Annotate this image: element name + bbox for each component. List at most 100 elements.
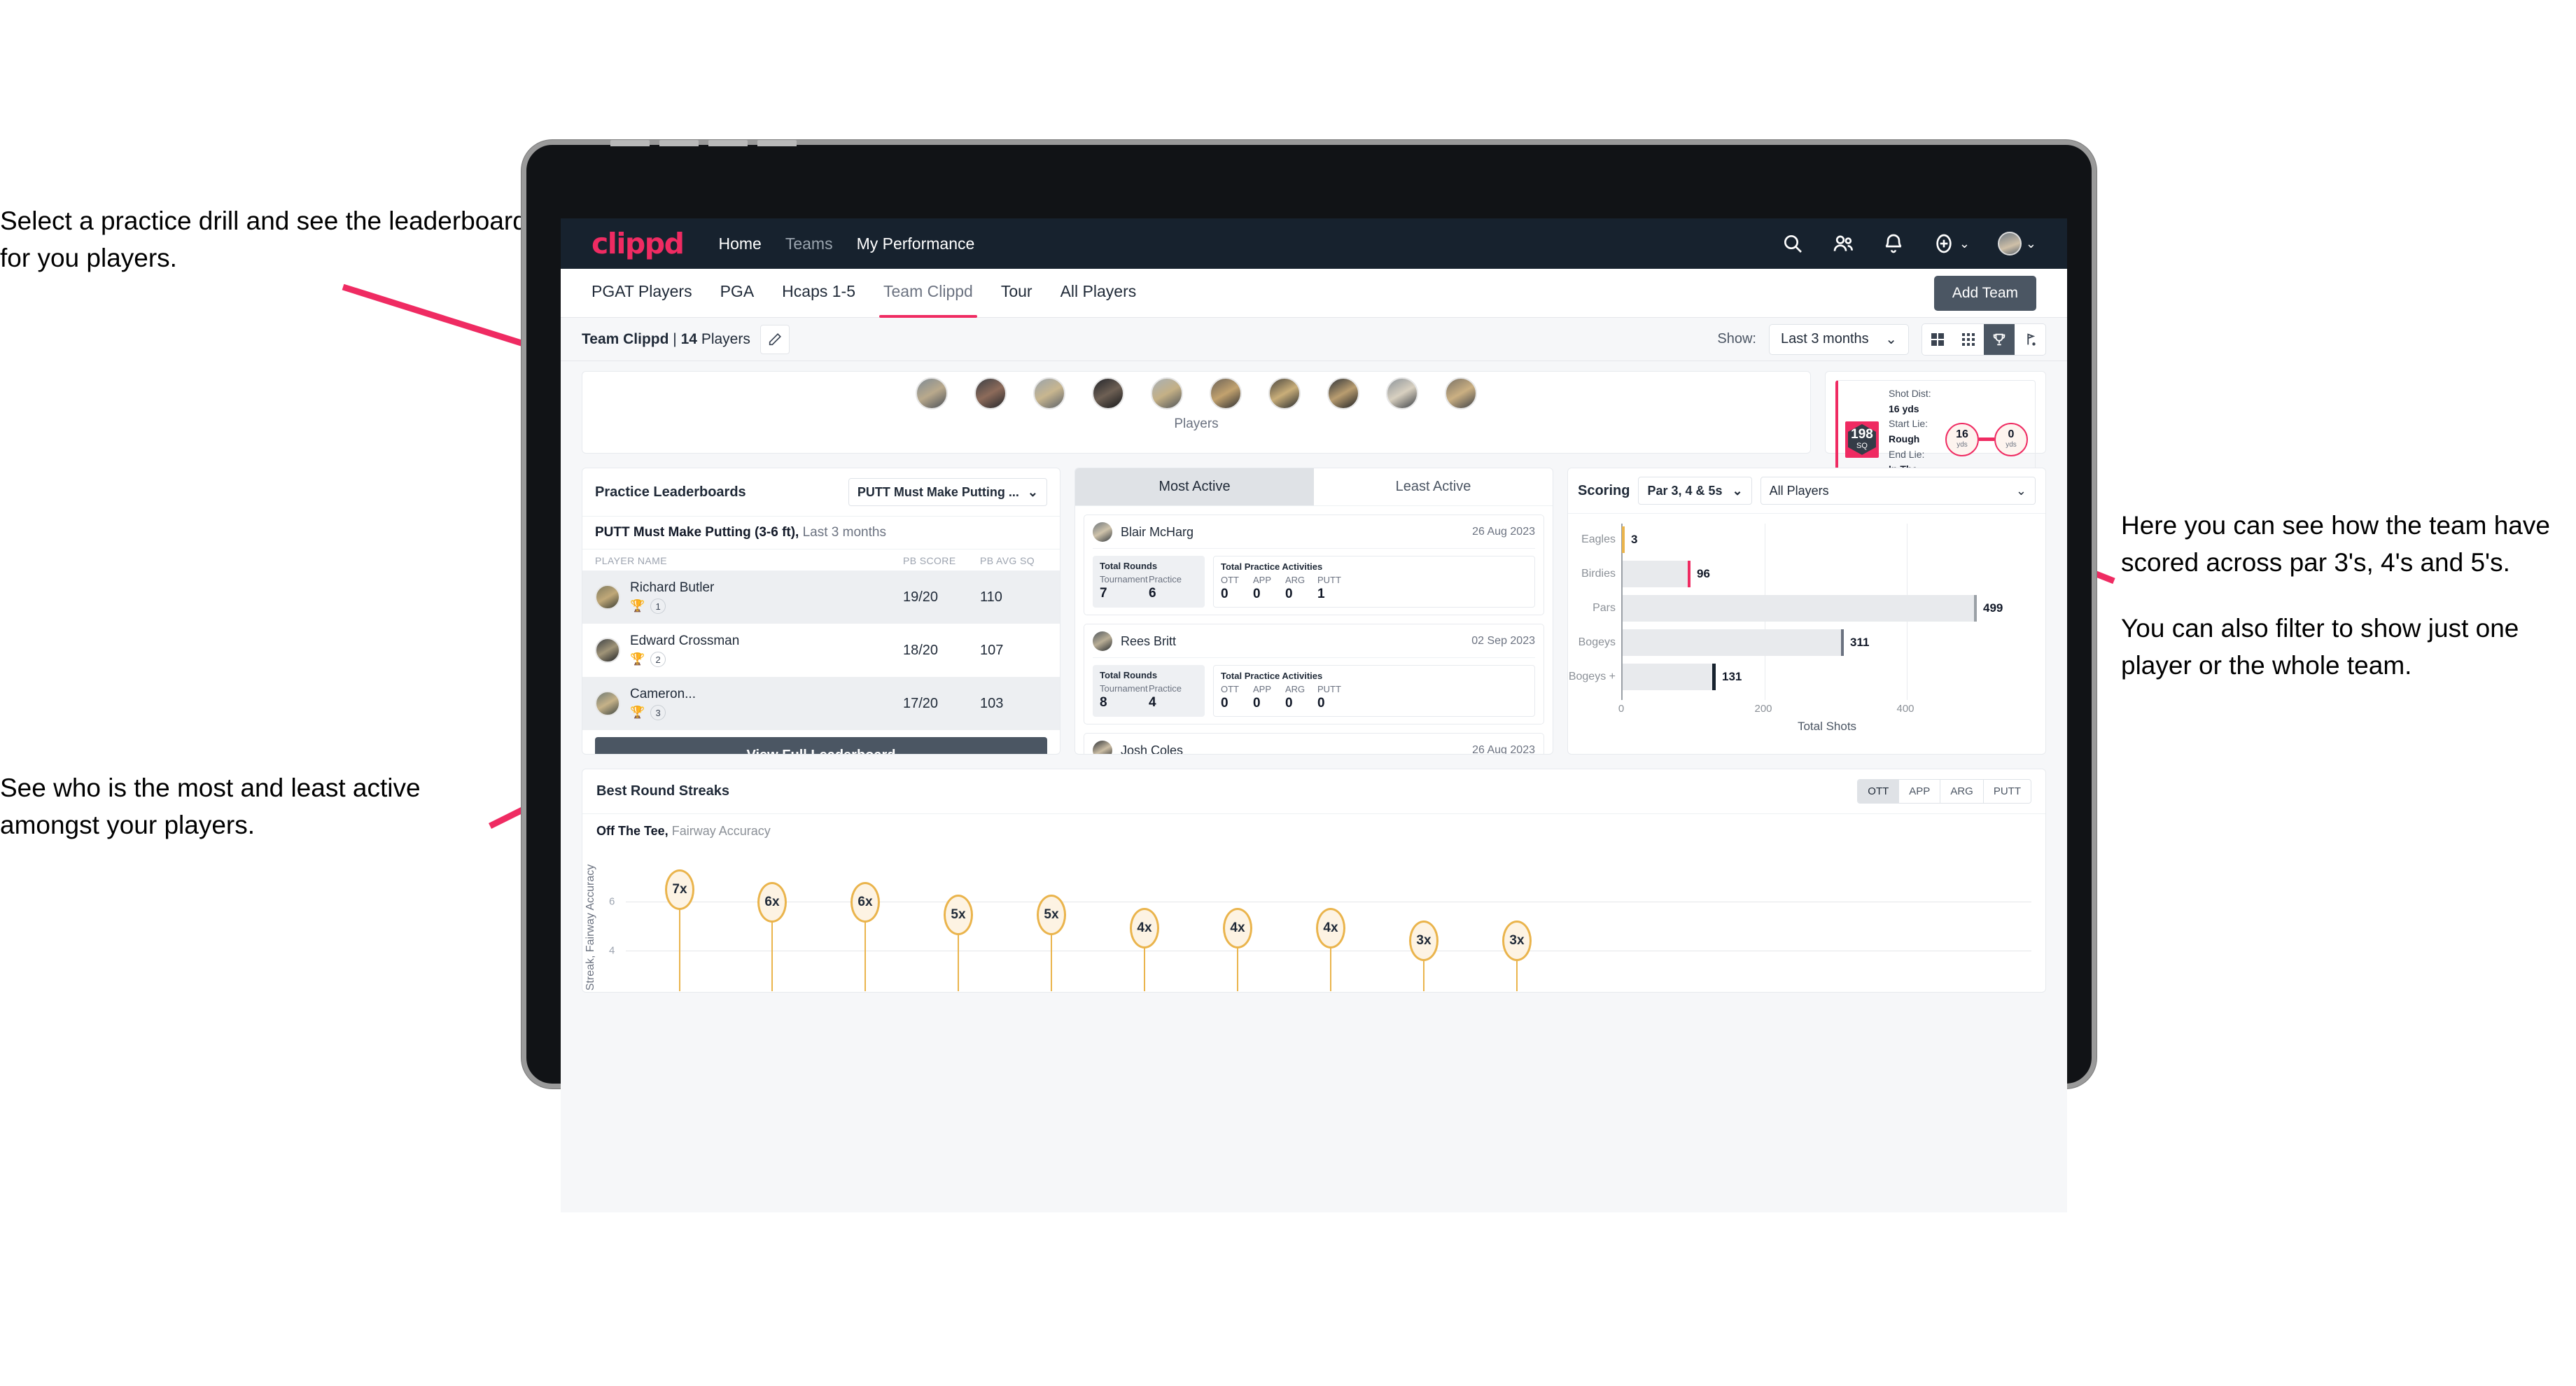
trophy-icon[interactable] bbox=[1984, 323, 2015, 355]
toggle-putt[interactable]: PUTT bbox=[1984, 780, 2031, 803]
view-full-leaderboard-button[interactable]: View Full Leaderboard bbox=[595, 737, 1047, 754]
xtick-0: 0 bbox=[1618, 703, 1625, 715]
par-filter-select[interactable]: Par 3, 4 & 5s ⌄ bbox=[1638, 477, 1752, 505]
avatar[interactable] bbox=[1997, 232, 2022, 255]
tab-most-active[interactable]: Most Active bbox=[1075, 468, 1314, 505]
filter-bar-right: Show: Last 3 months ⌄ bbox=[1717, 323, 2046, 356]
list-item[interactable]: Blair McHarg 26 Aug 2023 Total Rounds To… bbox=[1084, 514, 1544, 615]
leaderboard-pb-score: 17/20 bbox=[903, 695, 939, 711]
grid-large-icon[interactable] bbox=[1922, 324, 1953, 355]
player-avatar[interactable] bbox=[1445, 377, 1477, 410]
list-item[interactable]: Josh Coles 26 Aug 2023 Total Rounds Tour… bbox=[1084, 733, 1544, 755]
activity-date: 02 Sep 2023 bbox=[1471, 635, 1535, 647]
value-putt: 0 bbox=[1317, 696, 1325, 710]
list-item[interactable]: Rees Britt 02 Sep 2023 Total Rounds Tour… bbox=[1084, 624, 1544, 724]
streak-lollipop[interactable]: 5x bbox=[1037, 895, 1066, 991]
nav-link-my-performance[interactable]: My Performance bbox=[857, 234, 975, 253]
player-avatar[interactable] bbox=[1327, 377, 1359, 410]
streak-lollipop[interactable]: 3x bbox=[1502, 920, 1532, 991]
streaks-chart: Streak, Fairway Accuracy 6 4 7x 6x 6x 5x… bbox=[584, 851, 2031, 991]
plus-circle-icon[interactable] bbox=[1933, 232, 1955, 255]
streak-lollipop[interactable]: 4x bbox=[1316, 908, 1345, 991]
toggle-arg[interactable]: ARG bbox=[1940, 780, 1984, 803]
streak-lollipop[interactable]: 6x bbox=[757, 882, 787, 991]
period-select[interactable]: Last 3 months ⌄ bbox=[1769, 323, 1909, 355]
player-avatar[interactable] bbox=[974, 377, 1007, 410]
bar-bogeys bbox=[1623, 629, 1844, 656]
annotation-top-left-text: Select a practice drill and see the lead… bbox=[0, 206, 527, 272]
drill-select[interactable]: PUTT Must Make Putting ... ⌄ bbox=[848, 478, 1047, 506]
total-rounds-box: Total Rounds Tournament Practice 8 4 bbox=[1093, 665, 1205, 717]
nav-link-teams[interactable]: Teams bbox=[785, 234, 833, 253]
edit-pencil-icon[interactable] bbox=[760, 324, 790, 354]
player-avatar[interactable] bbox=[1268, 377, 1301, 410]
annotation-right: Here you can see how the team have score… bbox=[2121, 507, 2569, 684]
value-arg: 0 bbox=[1285, 696, 1293, 710]
show-label: Show: bbox=[1717, 331, 1756, 346]
key-arg: ARG bbox=[1285, 684, 1306, 694]
streak-lollipop[interactable]: 3x bbox=[1409, 920, 1438, 991]
scoring-plot-area: Eagles 3 Birdies 96 Pars 499 Bogeys 311 … bbox=[1568, 524, 2033, 700]
player-avatar[interactable] bbox=[1210, 377, 1242, 410]
search-icon[interactable] bbox=[1782, 232, 1804, 255]
bar-cap bbox=[1841, 629, 1844, 656]
activity-tabs: Most Active Least Active bbox=[1075, 468, 1553, 506]
scoring-bar-chart: Eagles 3 Birdies 96 Pars 499 Bogeys 311 … bbox=[1568, 514, 2045, 736]
rank-badge: 2 bbox=[650, 652, 666, 667]
start-lie-line: Start Lie: Rough bbox=[1889, 416, 1935, 447]
scoring-x-axis-title: Total Shots bbox=[1797, 720, 1857, 733]
table-row[interactable]: Edward Crossman 🏆 2 18/20 107 bbox=[582, 624, 1060, 677]
player-filter-select[interactable]: All Players ⌄ bbox=[1760, 477, 2036, 505]
app-top-nav: clippd Home Teams My Performance ⌄ ⌄ bbox=[561, 218, 2067, 269]
bar-row-double-bogeys: D. Bogeys + 131 bbox=[1568, 664, 1742, 690]
clippd-logo[interactable]: clippd bbox=[592, 229, 685, 258]
streak-lollipop[interactable]: 6x bbox=[850, 882, 880, 991]
leaderboard-player-cell: Richard Butler 🏆 1 bbox=[630, 580, 903, 614]
avatar bbox=[595, 638, 620, 663]
shot-end-distance-unit: yds bbox=[2005, 440, 2017, 449]
golf-flag-icon[interactable] bbox=[2015, 324, 2045, 355]
team-player-count: 14 bbox=[680, 330, 697, 347]
streaks-subtitle-bold: Off The Tee, bbox=[596, 824, 668, 838]
player-avatar[interactable] bbox=[916, 377, 948, 410]
tab-team-clippd[interactable]: Team Clippd bbox=[879, 282, 977, 318]
streak-bubble: 6x bbox=[850, 882, 880, 923]
chevron-down-icon-add[interactable]: ⌄ bbox=[1959, 237, 1970, 251]
people-icon[interactable] bbox=[1832, 232, 1854, 255]
bell-icon[interactable] bbox=[1882, 232, 1905, 255]
player-avatar[interactable] bbox=[1033, 377, 1065, 410]
toggle-ott[interactable]: OTT bbox=[1858, 780, 1900, 803]
value-ott: 0 bbox=[1221, 696, 1228, 710]
chevron-down-icon-profile[interactable]: ⌄ bbox=[2026, 237, 2036, 251]
annotation-right-text-1: Here you can see how the team have score… bbox=[2121, 511, 2550, 577]
dashboard-row-middle: Practice Leaderboards PUTT Must Make Put… bbox=[582, 468, 2046, 755]
tab-tour[interactable]: Tour bbox=[1001, 282, 1032, 304]
bar-row-birdies: Birdies 96 bbox=[1581, 561, 1710, 587]
tab-pgat-players[interactable]: PGAT Players bbox=[592, 282, 692, 304]
bar-birdies bbox=[1623, 561, 1690, 587]
streak-lollipop[interactable]: 4x bbox=[1130, 908, 1159, 991]
leaderboard-player-cell: Edward Crossman 🏆 2 bbox=[630, 634, 903, 667]
players-axis-label: Players bbox=[1174, 416, 1219, 431]
tab-least-active[interactable]: Least Active bbox=[1314, 468, 1553, 505]
streak-lollipop[interactable]: 7x bbox=[665, 869, 694, 991]
player-avatar[interactable] bbox=[1092, 377, 1124, 410]
player-avatar[interactable] bbox=[1151, 377, 1183, 410]
add-team-button[interactable]: Add Team bbox=[1933, 275, 2036, 311]
leaderboard-player-badges: 🏆 3 bbox=[630, 705, 903, 720]
table-row[interactable]: Cameron... 🏆 3 17/20 103 bbox=[582, 677, 1060, 730]
streak-lollipop[interactable]: 5x bbox=[944, 895, 973, 991]
player-avatar[interactable] bbox=[1386, 377, 1418, 410]
activity-card-list: Blair McHarg 26 Aug 2023 Total Rounds To… bbox=[1075, 506, 1553, 755]
tab-hcaps-1-5[interactable]: Hcaps 1-5 bbox=[782, 282, 855, 304]
end-lie-label: End Lie: bbox=[1889, 448, 1925, 460]
tab-pga[interactable]: PGA bbox=[720, 282, 755, 304]
grid-small-icon[interactable] bbox=[1953, 324, 1984, 355]
streak-lollipop[interactable]: 4x bbox=[1223, 908, 1252, 991]
table-row[interactable]: Richard Butler 🏆 1 19/20 110 bbox=[582, 570, 1060, 624]
nav-link-home[interactable]: Home bbox=[718, 234, 761, 253]
toggle-app[interactable]: APP bbox=[1899, 780, 1941, 803]
streak-bubble: 4x bbox=[1223, 908, 1252, 948]
activity-date: 26 Aug 2023 bbox=[1472, 744, 1535, 755]
tab-all-players[interactable]: All Players bbox=[1060, 282, 1137, 304]
